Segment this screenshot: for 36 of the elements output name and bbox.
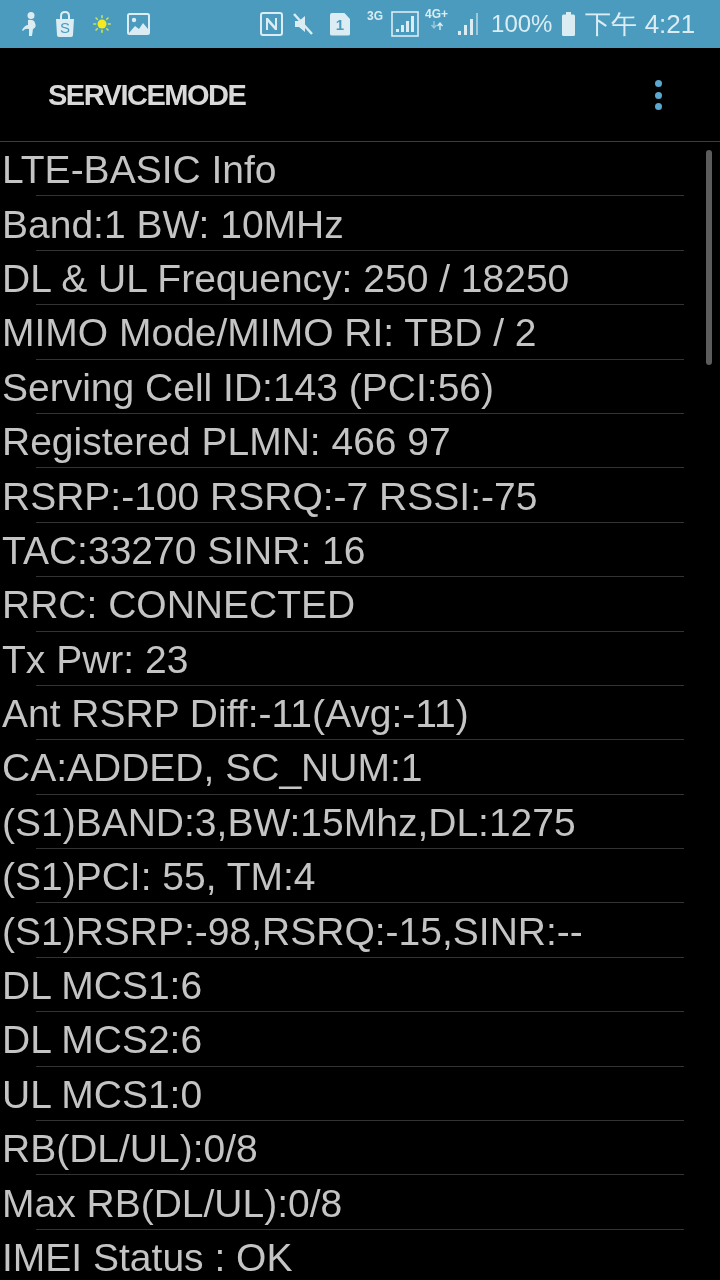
info-line: Max RB(DL/UL):0/8 [2,1183,343,1224]
battery-icon [562,12,576,36]
info-line: TAC:33270 SINR: 16 [2,530,366,571]
image-icon [127,13,150,35]
person-icon [22,12,38,36]
info-line: CA:ADDED, SC_NUM:1 [2,748,423,789]
info-line: LTE-BASIC Info [2,150,277,191]
info-line: (S1)BAND:3,BW:15Mhz,DL:1275 [2,802,576,843]
info-line: RRC: CONNECTED [2,585,356,626]
battery-level: 100% [491,9,553,39]
nfc-icon [260,12,283,36]
info-line: Ant RSRP Diff:-11(Avg:-11) [2,694,469,735]
info-line: IMEI Status : OK [2,1238,293,1278]
info-line: Registered PLMN: 466 97 [2,422,451,463]
info-line: MIMO Mode/MIMO RI: TBD / 2 [2,313,537,354]
info-line: Tx Pwr: 23 [2,639,189,680]
info-line: DL MCS2:6 [2,1020,203,1061]
network-type-label: 4G+ [425,8,449,21]
sun-icon [93,15,111,33]
app-title: SERVICEMODE [48,77,246,113]
sim-card-icon: 1 [330,12,350,36]
info-line: RSRP:-100 RSRQ:-7 RSSI:-75 [2,476,538,517]
info-line: (S1)PCI: 55, TM:4 [2,857,316,898]
clock: 下午 4:21 [585,9,696,39]
info-line: Serving Cell ID:143 (PCI:56) [2,367,495,408]
info-line: UL MCS1:0 [2,1074,203,1115]
signal-icon [457,13,480,35]
info-line: Band:1 BW: 10MHz [2,204,344,245]
info-line: RB(DL/UL):0/8 [2,1129,258,1170]
network-type-label: 3G [367,9,383,23]
mute-icon [293,13,313,35]
info-line: DL & UL Frequency: 250 / 18250 [2,258,570,299]
info-line: DL MCS1:6 [2,966,203,1007]
info-line: (S1)RSRP:-98,RSRQ:-15,SINR:-- [2,911,583,952]
data-activity-icon [429,21,444,30]
signal-icon [391,11,419,37]
